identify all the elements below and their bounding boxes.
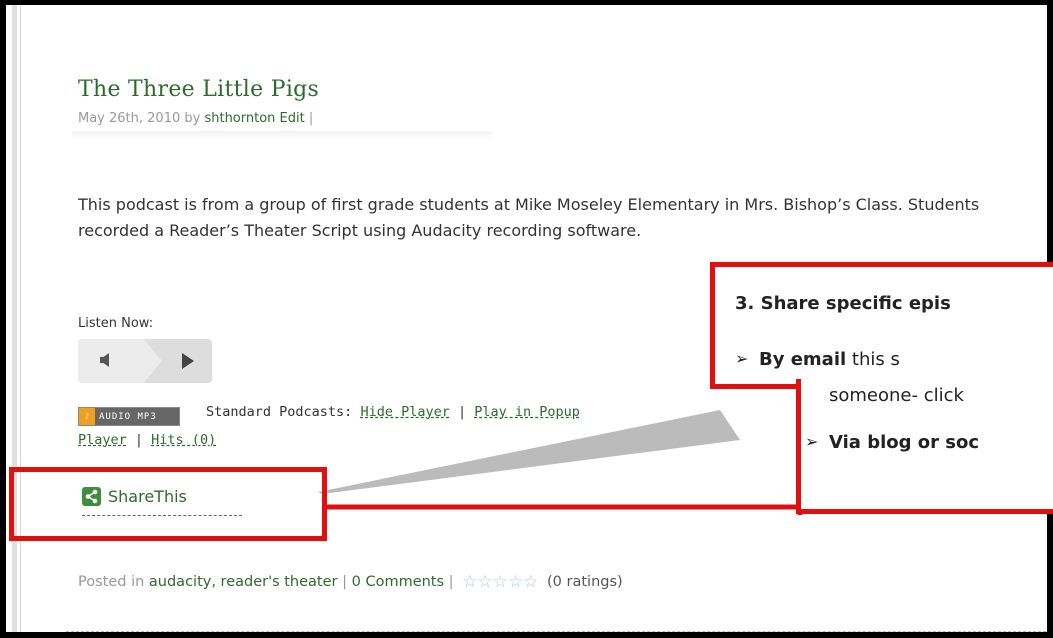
- callout-bullet-email: By email this s: [759, 349, 900, 370]
- callout-heading: 3. Share specific epis: [735, 293, 951, 314]
- by-email-bold: By email: [759, 349, 847, 370]
- callout-box: 3. Share specific epis ➢ By email this s: [710, 262, 1053, 389]
- arrow-bullet-icon: ➢: [805, 432, 819, 451]
- arrow-bullet-icon: ➢: [735, 349, 749, 368]
- sharethis-highlight-box: [9, 467, 327, 541]
- by-email-rest: this s: [846, 349, 900, 370]
- callout-connector-line: [327, 504, 803, 515]
- callout-pointer-shadow: [318, 410, 740, 494]
- callout-bullet-blog: Via blog or soc: [829, 432, 980, 453]
- callout-box-lower: someone- click ➢ Via blog or soc: [796, 379, 1053, 514]
- callout-bullet-email-line2: someone- click: [829, 385, 964, 406]
